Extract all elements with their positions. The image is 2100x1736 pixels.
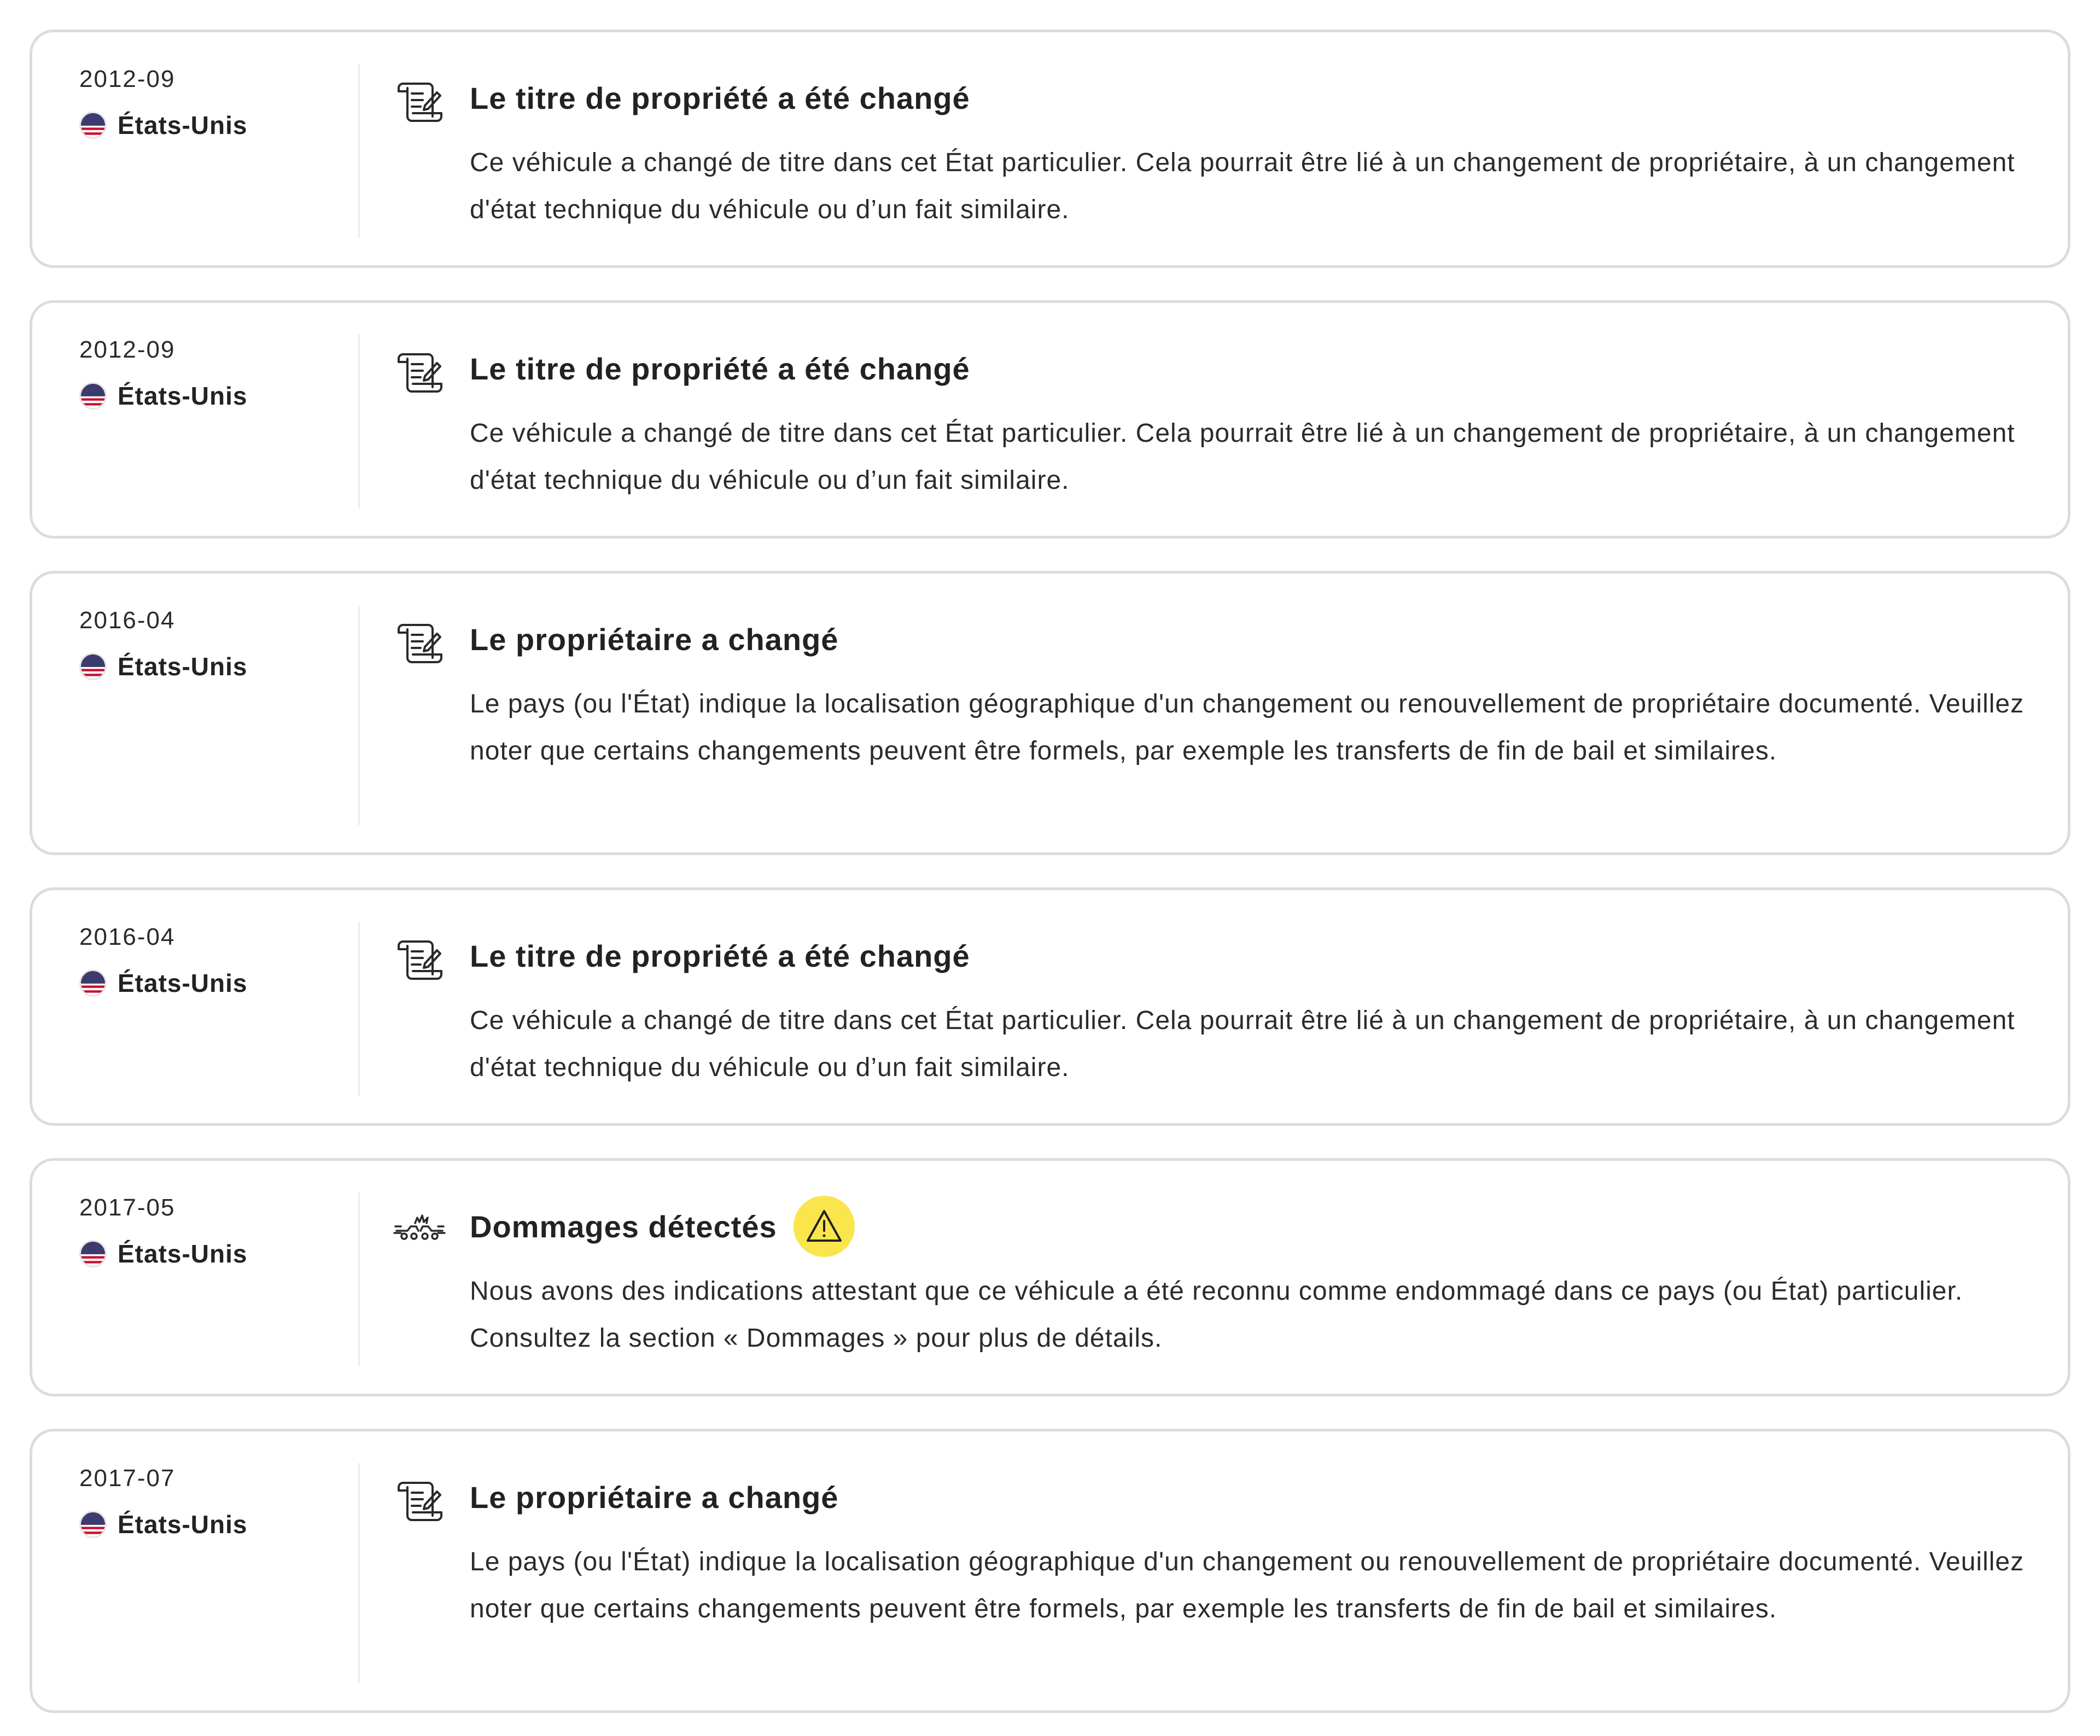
history-event-card: 2017-05 États-Unis Dommages détectés Nou…: [30, 1158, 2070, 1396]
divider: [358, 64, 360, 238]
event-country: États-Unis: [79, 1238, 353, 1269]
event-date: 2016-04: [79, 607, 176, 634]
country-name: États-Unis: [118, 969, 248, 997]
event-country: États-Unis: [79, 1509, 353, 1540]
event-meta: 2016-04 États-Unis: [79, 605, 353, 682]
event-title: Le propriétaire a changé: [470, 622, 839, 657]
event-content: Le titre de propriété a été changé Ce vé…: [470, 341, 2034, 504]
us-flag-icon: [79, 382, 107, 410]
event-title: Dommages détectés: [470, 1209, 777, 1244]
event-content: Le propriétaire a changé Le pays (ou l'É…: [470, 612, 2034, 775]
event-date: 2012-09: [79, 66, 176, 92]
us-flag-icon: [79, 969, 107, 997]
country-name: États-Unis: [118, 382, 248, 410]
event-country: États-Unis: [79, 651, 353, 682]
event-content: Le titre de propriété a été changé Ce vé…: [470, 71, 2034, 233]
event-description: Nous avons des indications attestant que…: [470, 1277, 1963, 1353]
event-description: Ce véhicule a changé de titre dans cet É…: [470, 148, 2015, 224]
event-title-row: Le titre de propriété a été changé: [470, 928, 2034, 983]
divider: [358, 1463, 360, 1683]
event-title: Le titre de propriété a été changé: [470, 351, 970, 386]
title-document-icon: [393, 932, 446, 984]
event-date: 2017-07: [79, 1465, 176, 1492]
event-description: Ce véhicule a changé de titre dans cet É…: [470, 1006, 2015, 1082]
event-description: Ce véhicule a changé de titre dans cet É…: [470, 419, 2015, 495]
warning-icon: [793, 1196, 855, 1257]
event-country: États-Unis: [79, 110, 353, 141]
title-document-icon: [393, 344, 446, 397]
event-title-row: Le propriétaire a changé: [470, 1470, 2034, 1524]
event-title-row: Dommages détectés: [470, 1196, 2034, 1257]
divider: [358, 605, 360, 825]
divider: [358, 922, 360, 1096]
country-name: États-Unis: [118, 652, 248, 681]
event-date: 2017-05: [79, 1194, 176, 1221]
us-flag-icon: [79, 653, 107, 680]
country-name: États-Unis: [118, 1240, 248, 1268]
title-document-icon: [393, 74, 446, 126]
event-meta: 2012-09 États-Unis: [79, 64, 353, 141]
event-country: États-Unis: [79, 968, 353, 998]
event-description: Le pays (ou l'État) indique la localisat…: [470, 1547, 2025, 1623]
country-name: États-Unis: [118, 1510, 248, 1539]
event-description: Le pays (ou l'État) indique la localisat…: [470, 689, 2025, 765]
event-content: Le propriétaire a changé Le pays (ou l'É…: [470, 1470, 2034, 1633]
event-date: 2012-09: [79, 336, 176, 363]
event-content: Dommages détectés Nous avons des indicat…: [470, 1196, 2034, 1362]
event-date: 2016-04: [79, 923, 176, 950]
divider: [358, 1193, 360, 1366]
divider: [358, 335, 360, 508]
history-event-card: 2016-04 États-Unis Le propriétaire a cha…: [30, 571, 2070, 855]
us-flag-icon: [79, 1240, 107, 1267]
title-document-icon: [393, 615, 446, 668]
us-flag-icon: [79, 112, 107, 139]
country-name: États-Unis: [118, 111, 248, 139]
event-meta: 2017-05 États-Unis: [79, 1193, 353, 1269]
history-event-card: 2012-09 États-Unis Le titre de propriété…: [30, 300, 2070, 539]
event-title-row: Le titre de propriété a été changé: [470, 341, 2034, 396]
event-title: Le titre de propriété a été changé: [470, 938, 970, 973]
history-event-card: 2017-07 États-Unis Le propriétaire a cha…: [30, 1429, 2070, 1713]
event-title: Le propriétaire a changé: [470, 1480, 839, 1515]
event-title-row: Le propriétaire a changé: [470, 612, 2034, 667]
event-meta: 2017-07 États-Unis: [79, 1463, 353, 1540]
event-title-row: Le titre de propriété a été changé: [470, 71, 2034, 125]
event-content: Le titre de propriété a été changé Ce vé…: [470, 928, 2034, 1091]
event-meta: 2016-04 États-Unis: [79, 922, 353, 998]
us-flag-icon: [79, 1511, 107, 1538]
event-meta: 2012-09 États-Unis: [79, 335, 353, 411]
history-event-card: 2012-09 États-Unis Le titre de propriété…: [30, 30, 2070, 268]
event-country: États-Unis: [79, 381, 353, 411]
event-title: Le titre de propriété a été changé: [470, 80, 970, 115]
history-timeline: 2012-09 États-Unis Le titre de propriété…: [30, 30, 2070, 1713]
history-event-card: 2016-04 États-Unis Le titre de propriété…: [30, 887, 2070, 1126]
car-crash-icon: [393, 1202, 446, 1255]
title-document-icon: [393, 1473, 446, 1525]
